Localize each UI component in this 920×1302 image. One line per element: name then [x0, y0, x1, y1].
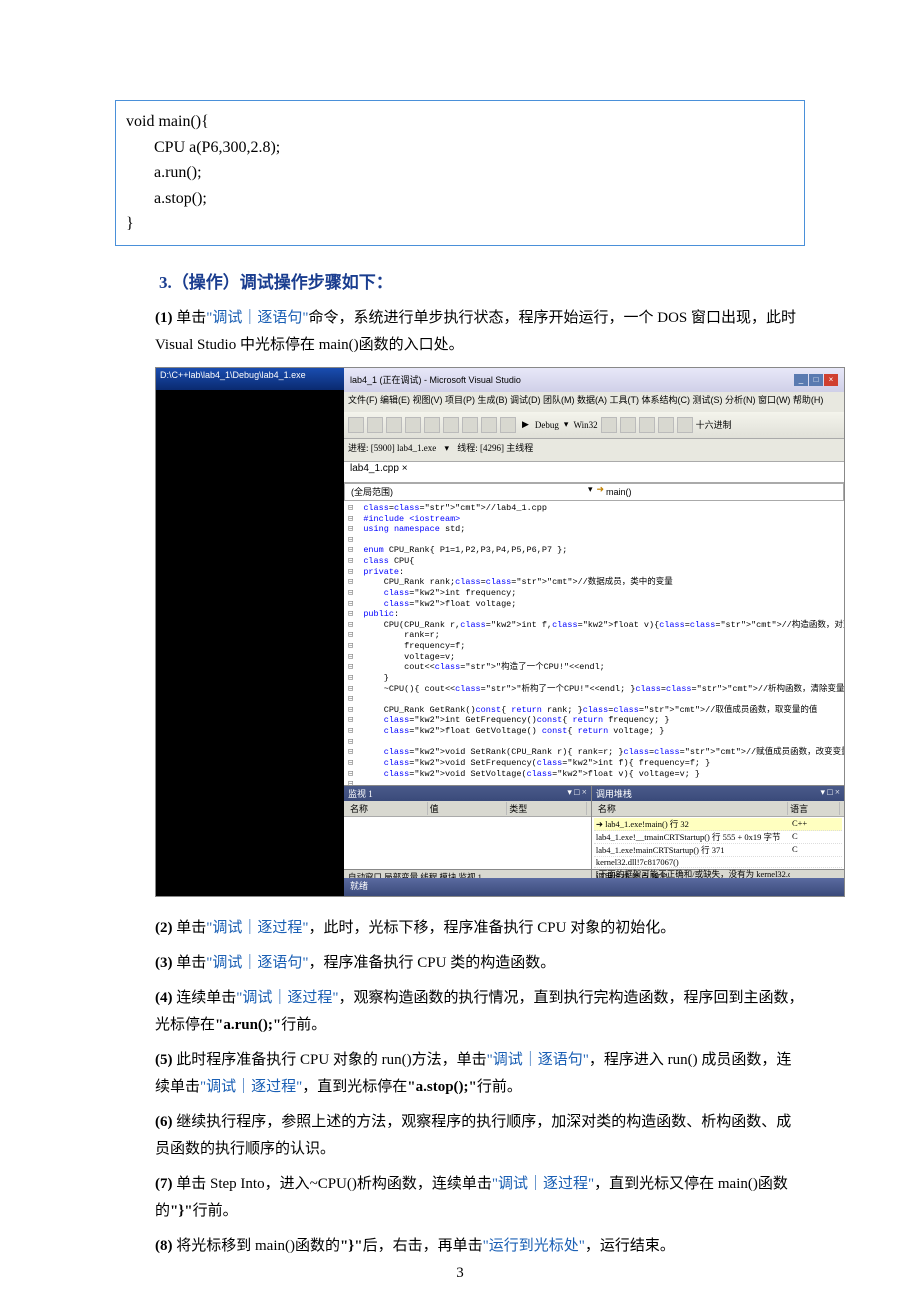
code-line: CPU a(P6,300,2.8); — [126, 135, 794, 161]
process-dropdown[interactable]: 进程: [5900] lab4_1.exe — [348, 443, 436, 453]
step-6: (6) 继续执行程序，参照上述的方法，观察程序的执行顺序，加深对类的构造函数、析… — [155, 1109, 805, 1163]
toolbar-icon[interactable] — [481, 417, 497, 433]
toolbar-icon[interactable] — [677, 417, 693, 433]
step-2: (2) 单击"调试｜逐过程"，此时，光标下移，程序准备执行 CPU 对象的初始化… — [155, 915, 805, 942]
vs-debug-toolbar: 进程: [5900] lab4_1.exe ▾ 线程: [4296] 主线程 — [344, 439, 844, 462]
platform-dropdown[interactable]: Win32 — [573, 420, 597, 430]
screenshot-visual-studio: D:\C++lab\lab4_1\Debug\lab4_1.exe lab4_1… — [155, 367, 845, 897]
toolbar-icon[interactable] — [405, 417, 421, 433]
page-number: 3 — [0, 1265, 920, 1282]
scope-left[interactable] — [349, 484, 584, 500]
call-col-lang: 语言 — [788, 802, 840, 815]
step-3: (3) 单击"调试｜逐语句"，程序准备执行 CPU 类的构造函数。 — [155, 950, 805, 977]
vs-toolbar[interactable]: ▶Debug ▾Win32 十六进制 — [344, 412, 844, 439]
toolbar-icon[interactable] — [443, 417, 459, 433]
step-4: (4) 连续单击"调试｜逐过程"，观察构造函数的执行情况，直到执行完构造函数，程… — [155, 985, 805, 1039]
status-bar: 就绪 — [344, 878, 844, 896]
watch-col-type: 类型 — [507, 802, 587, 815]
code-line: void main(){ — [126, 109, 794, 135]
watch-title: 监视 1 — [348, 787, 373, 800]
dos-window-title: D:\C++lab\lab4_1\Debug\lab4_1.exe — [156, 368, 344, 390]
editor-tab[interactable]: lab4_1.cpp × — [344, 462, 844, 483]
call-col-name: 名称 — [596, 802, 788, 815]
toolbar-icon[interactable] — [367, 417, 383, 433]
vs-menubar[interactable]: 文件(F) 编辑(E) 视图(V) 项目(P) 生成(B) 调试(D) 团队(M… — [344, 392, 844, 412]
visual-studio-window: lab4_1 (正在调试) - Microsoft Visual Studio … — [344, 368, 844, 896]
watch-panel[interactable]: 监视 1▾ □ × 名称 值 类型 自动窗口 局部变量 线程 模块 监视 1 — [344, 786, 592, 880]
dos-window: D:\C++lab\lab4_1\Debug\lab4_1.exe — [156, 368, 344, 896]
watch-col-name: 名称 — [348, 802, 428, 815]
maximize-icon[interactable]: □ — [809, 374, 823, 386]
toolbar-icon[interactable] — [620, 417, 636, 433]
code-editor[interactable]: ⊟ class=class="str">"cmt">//lab4_1.cpp ⊟… — [344, 501, 844, 805]
vs-title-text: lab4_1 (正在调试) - Microsoft Visual Studio — [350, 373, 521, 386]
callstack-title: 调用堆栈 — [596, 787, 632, 800]
toolbar-icon[interactable] — [601, 417, 617, 433]
scope-right[interactable] — [604, 484, 839, 500]
code-line: a.run(); — [126, 160, 794, 186]
step-1: (1) 单击"调试｜逐语句"命令，系统进行单步执行状态，程序开始运行，一个 DO… — [155, 305, 805, 359]
code-line: a.stop(); — [126, 186, 794, 212]
thread-dropdown[interactable]: 线程: [4296] 主线程 — [457, 443, 533, 453]
step-7: (7) 单击 Step Into，进入~CPU()析构函数，连续单击"调试｜逐过… — [155, 1171, 805, 1225]
toolbar-icon[interactable] — [639, 417, 655, 433]
panel-controls-icon[interactable]: ▾ □ × — [820, 787, 840, 800]
hex-label[interactable]: 十六进制 — [696, 418, 732, 431]
toolbar-icon[interactable] — [462, 417, 478, 433]
config-dropdown[interactable]: Debug — [535, 420, 559, 430]
section-heading: 3.（操作）调试操作步骤如下： — [115, 268, 805, 293]
toolbar-icon[interactable] — [500, 417, 516, 433]
code-line: } — [126, 211, 794, 237]
step-8: (8) 将光标移到 main()函数的"}"后，右击，再单击"运行到光标处"，运… — [155, 1233, 805, 1260]
panel-controls-icon[interactable]: ▾ □ × — [567, 787, 587, 800]
toolbar-icon[interactable] — [424, 417, 440, 433]
scope-bar[interactable]: ▾ ➜ — [344, 483, 844, 501]
toolbar-icon[interactable] — [658, 417, 674, 433]
toolbar-icon[interactable] — [348, 417, 364, 433]
watch-col-value: 值 — [428, 802, 508, 815]
toolbar-icon[interactable] — [386, 417, 402, 433]
arrow-icon: ➜ — [597, 484, 605, 500]
minimize-icon[interactable]: _ — [794, 374, 808, 386]
callstack-panel[interactable]: 调用堆栈▾ □ × 名称 语言 ➜ lab4_1.exe!main() 行 32… — [592, 786, 844, 880]
vs-titlebar: lab4_1 (正在调试) - Microsoft Visual Studio … — [344, 368, 844, 392]
close-icon[interactable]: × — [824, 374, 838, 386]
step-5: (5) 此时程序准备执行 CPU 对象的 run()方法，单击"调试｜逐语句"，… — [155, 1047, 805, 1101]
code-block: void main(){ CPU a(P6,300,2.8); a.run();… — [115, 100, 805, 246]
